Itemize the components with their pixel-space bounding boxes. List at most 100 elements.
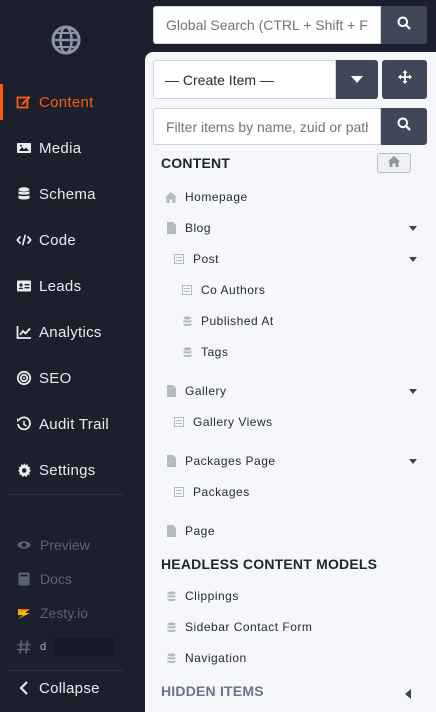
tree-item-packages-page[interactable]: Packages Page [165,449,276,473]
create-item-label: — Create Item — [165,71,274,88]
tree-item-label: Packages [193,485,250,499]
database-icon [165,652,177,664]
nav-item-audit-trail[interactable]: Audit Trail [0,406,138,442]
image-icon [16,140,32,156]
search-icon [397,16,411,35]
nav-item-seo[interactable]: SEO [0,360,138,396]
tree-item-label: Co Authors [201,283,266,297]
list-icon [173,253,185,265]
list-icon [181,284,193,296]
reorder-nav-button[interactable] [382,60,427,99]
zesty-icon [16,605,32,621]
nav-item-leads[interactable]: Leads [0,268,138,304]
nav-item-label: SEO [39,369,72,387]
tree-item-label: Clippings [185,589,239,603]
tree-item-published-at[interactable]: Published At [181,309,274,333]
tree-item-label: Homepage [185,190,248,204]
eye-icon [16,537,32,553]
nav-item-label: Media [39,139,82,157]
tree-item-gallery[interactable]: Gallery [165,379,227,403]
caret-down-icon[interactable] [408,456,418,466]
collapse-label: Collapse [39,679,100,697]
nav-item-media[interactable]: Media [0,130,138,166]
nav-item-analytics[interactable]: Analytics [0,314,138,350]
redacted-text [54,638,115,656]
global-search-input[interactable] [153,6,381,44]
chevron-left-icon [16,680,32,696]
collapse-button[interactable]: Collapse [0,670,138,706]
tree-item-tags[interactable]: Tags [181,340,228,364]
nav-item-label: Docs [40,571,72,587]
list-icon [173,486,185,498]
tree-item-packages[interactable]: Packages [173,480,250,504]
nav-item-schema[interactable]: Schema [0,176,138,212]
database-icon [181,315,193,327]
main-nav: Content Media Schema Code Leads Analytic… [0,0,138,712]
tree-item-blog[interactable]: Blog [165,216,211,240]
caret-left-icon[interactable] [404,686,414,699]
create-item-select[interactable]: — Create Item — [153,60,336,99]
home-button[interactable] [377,153,411,173]
tree-item-label: Navigation [185,651,247,665]
tree-item-navigation[interactable]: Navigation [165,646,247,670]
tree-item-label: Post [193,252,220,266]
tree-item-label: Sidebar Contact Form [185,620,313,634]
database-icon [16,186,32,202]
instance-id-label: d [40,641,47,653]
file-icon [165,222,177,234]
hidden-items-toggle[interactable]: HIDDEN ITEMS [161,683,264,699]
nav-item-docs[interactable]: Docs [0,566,138,592]
line-chart-icon [16,324,32,340]
file-icon [165,455,177,467]
search-icon [397,117,411,136]
tree-item-co-authors[interactable]: Co Authors [181,278,265,302]
tree-item-label: Tags [201,345,229,359]
target-icon [16,370,32,386]
globe-logo-icon[interactable] [50,24,82,56]
id-card-icon [16,278,32,294]
tree-item-sidebar-contact-form[interactable]: Sidebar Contact Form [165,615,312,639]
filter-items-input[interactable] [153,108,381,145]
create-item-dropdown-button[interactable] [336,60,378,99]
nav-item-code[interactable]: Code [0,222,138,258]
tree-item-label: Published At [201,314,274,328]
gear-icon [16,462,32,478]
file-icon [165,385,177,397]
nav-item-label: Analytics [39,323,102,341]
tree-item-clippings[interactable]: Clippings [165,584,239,608]
move-icon [397,70,412,89]
file-icon [165,525,177,537]
tree-item-gallery-views[interactable]: Gallery Views [173,410,273,434]
nav-item-label: Schema [39,185,96,203]
nav-item-zesty[interactable]: Zesty.io [0,600,138,626]
nav-item-settings[interactable]: Settings [0,452,138,488]
book-icon [16,571,32,587]
edit-icon [16,94,32,110]
tree-item-label: Gallery [185,384,227,398]
hash-icon [16,639,32,655]
filter-search-button[interactable] [381,108,427,145]
caret-down-icon [351,71,363,89]
tree-item-label: Packages Page [185,454,276,468]
caret-down-icon[interactable] [408,386,418,396]
nav-item-label: Audit Trail [39,415,109,433]
home-icon [165,191,177,203]
tree-item-label: Gallery Views [193,415,273,429]
tree-item-page[interactable]: Page [165,519,215,543]
nav-divider [8,494,124,495]
nav-item-preview[interactable]: Preview [0,532,138,558]
nav-item-content[interactable]: Content [0,84,138,120]
global-search-button[interactable] [381,6,427,44]
caret-down-icon[interactable] [408,223,418,233]
nav-item-label: Leads [39,277,82,295]
home-icon [388,154,400,172]
caret-down-icon[interactable] [408,254,418,264]
nav-item-label: Zesty.io [40,605,88,621]
tree-item-homepage[interactable]: Homepage [165,185,248,209]
tree-item-post[interactable]: Post [173,247,219,271]
nav-item-instance-id[interactable]: d [0,634,138,660]
database-icon [165,621,177,633]
nav-item-label: Preview [40,537,90,553]
history-icon [16,416,32,432]
tree-item-label: Page [185,524,216,538]
